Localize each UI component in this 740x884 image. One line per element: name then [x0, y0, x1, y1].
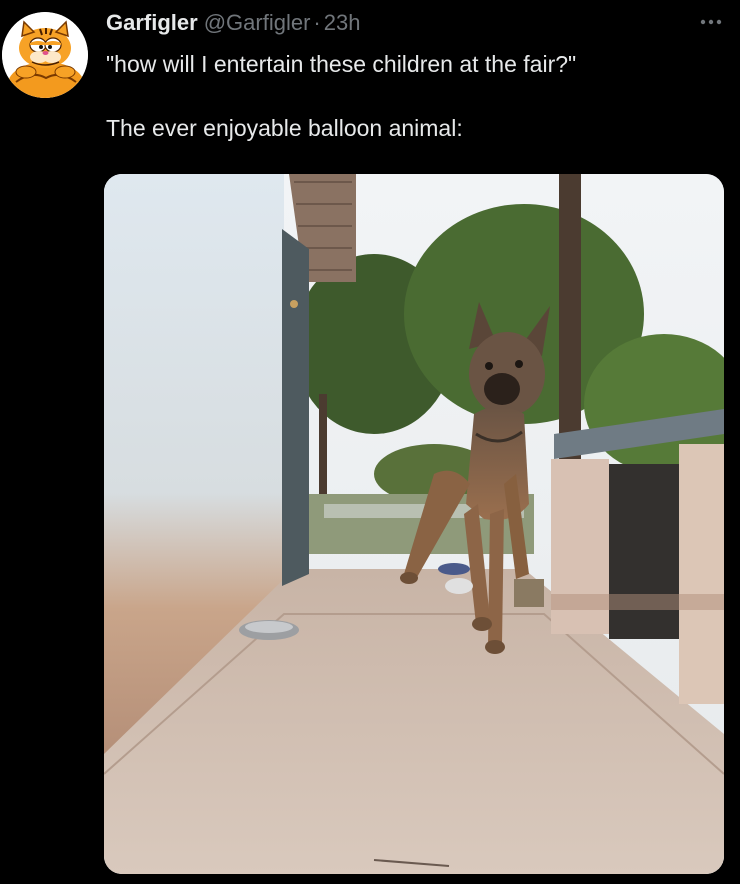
author-avatar[interactable] — [2, 12, 88, 98]
tweet-text: "how will I entertain these children at … — [106, 48, 726, 145]
tweet[interactable]: Garfigler @Garfigler · 23h "how will I e… — [0, 0, 740, 884]
tweet-media-photo[interactable] — [104, 174, 724, 874]
tweet-text-line: "how will I entertain these children at … — [106, 51, 577, 77]
garfield-avatar-icon — [2, 12, 88, 98]
photo-dog-jumping — [104, 174, 724, 874]
tweet-text-line: The ever enjoyable balloon animal: — [106, 115, 463, 141]
tweet-header: Garfigler @Garfigler · 23h — [106, 8, 360, 38]
header-separator: · — [313, 10, 321, 35]
tweet-timestamp[interactable]: 23h — [324, 8, 361, 38]
more-options-button[interactable] — [696, 10, 726, 34]
author-display-name[interactable]: Garfigler — [106, 8, 198, 38]
author-handle[interactable]: @Garfigler — [204, 8, 311, 38]
more-horizontal-icon — [700, 19, 722, 25]
